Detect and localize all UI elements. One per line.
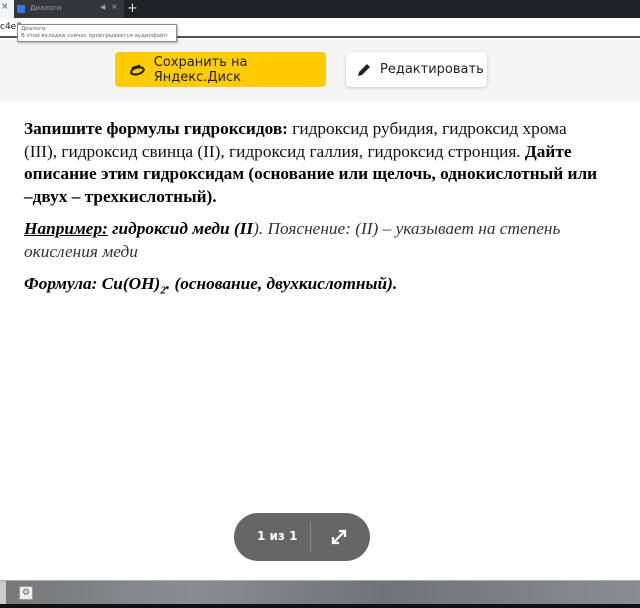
- example-label: Например:: [24, 219, 108, 238]
- screen-bezel: [0, 604, 640, 608]
- tooltip-text: В этой вкладке сейчас проигрывается ауди…: [21, 33, 168, 39]
- text: окисления меди: [24, 241, 138, 261]
- text: ). Пояснение: (II) – указывает на степен…: [253, 219, 561, 238]
- app-icon[interactable]: ⚙: [19, 586, 33, 600]
- formula-paragraph: Формула: Cu(OH)2. (основание, двухкислот…: [24, 273, 640, 296]
- tab-dialogs[interactable]: Диалоги ◀︎ ×: [14, 0, 124, 18]
- text: . (основание, двухкислотный).: [165, 274, 398, 293]
- page-counter-control: 1 из 1: [234, 513, 370, 561]
- expand-icon[interactable]: [329, 527, 349, 547]
- formula-text: Формула: Cu(OH): [24, 274, 161, 293]
- tab-title: Диалоги: [30, 4, 62, 12]
- tab-tooltip: Диалоги В этой вкладке сейчас проигрывае…: [17, 24, 177, 42]
- tooltip-title: Диалоги: [21, 26, 46, 32]
- favicon-icon: [17, 5, 25, 13]
- page-counter: 1 из 1: [257, 529, 298, 543]
- edit-button[interactable]: Редактировать: [346, 52, 487, 87]
- save-to-disk-button[interactable]: Сохранить на Яндекс.Диск: [115, 52, 326, 87]
- os-taskbar: ⚙: [0, 580, 640, 605]
- divider: [310, 522, 311, 552]
- close-icon[interactable]: ×: [111, 2, 118, 11]
- example-paragraph: Например: гидроксид меди (II). Пояснение…: [24, 218, 640, 263]
- viewer-toolbar: Сохранить на Яндекс.Диск Редактировать: [0, 40, 640, 101]
- text: –двух – трехкислотный).: [24, 186, 217, 206]
- task-heading: Запишите формулы гидроксидов:: [24, 119, 288, 138]
- previous-tab[interactable]: ×: [0, 0, 14, 18]
- text: описание этим гидроксидам (основание или…: [24, 164, 598, 183]
- text: гидроксид рубидия, гидроксид хрома: [287, 119, 567, 138]
- taskbar-edge: [0, 581, 6, 605]
- task-paragraph: Запишите формулы гидроксидов: гидроксид …: [24, 118, 640, 208]
- close-icon[interactable]: ×: [1, 2, 9, 12]
- text: Дайте: [524, 141, 572, 161]
- edit-label: Редактировать: [380, 62, 484, 77]
- disk-logo-icon: [130, 63, 145, 76]
- browser-tab-bar: × Диалоги ◀︎ × +: [0, 0, 640, 18]
- new-tab-button[interactable]: +: [127, 0, 138, 18]
- document-content: Запишите формулы гидроксидов: гидроксид …: [24, 118, 640, 306]
- pencil-icon: [358, 63, 370, 76]
- speaker-icon[interactable]: ◀︎: [100, 3, 105, 11]
- text: (III), гидроксид свинца (II), гидроксид …: [24, 141, 525, 161]
- text: гидроксид меди (II: [107, 219, 254, 238]
- save-label: Сохранить на Яндекс.Диск: [153, 54, 248, 85]
